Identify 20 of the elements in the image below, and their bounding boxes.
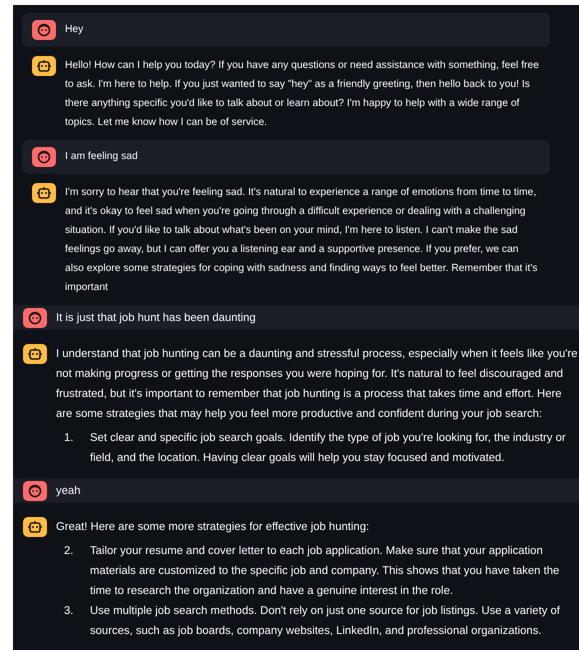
list-item-text: Use multiple job search methods. Don't rely on just one source for job listings. Use a variety of sources, such as job boards, company websites, LinkedIn, and professional organizations. <box>90 604 561 639</box>
list-number: 1. <box>64 431 74 446</box>
message-text: yeah <box>56 484 82 499</box>
message-text: I understand that job hunting can be a daunting and stressful process, especially when it feels like you're not making progress or getting the responses you were hoping for. It's natural to feel discouraged and frustrated, but it's important to remember that job hunting is a process that takes time and effort. Here are some strategies that may help you feel more productive and confident during your job search: <box>56 347 579 422</box>
robot-avatar-icon <box>32 56 56 76</box>
list-item-text: Set clear and specific job search goals. Identify the type of job you're looking for, the industry or field, and the location. Having clear goals will help you stay focused and motivated. <box>90 431 567 466</box>
list-item-text: Tailor your resume and cover letter to each job application. Make sure that your application materials are customized to the specific job and company. This shows that you have taken the time to research the organization and have a genuine interest in the role. <box>90 544 560 599</box>
robot-avatar-icon <box>23 517 47 537</box>
robot-avatar-icon <box>32 183 56 203</box>
message-text: I am feeling sad <box>65 150 139 164</box>
robot-avatar-icon <box>23 344 47 364</box>
message-text: Hey <box>65 23 84 37</box>
message-text: Great! Here are some more strategies for effective job hunting: <box>56 520 370 535</box>
message-text: I'm sorry to hear that you're feeling sad. It's natural to experience a range of emotions from time to time, and it's okay to feel sad when you're going through a difficult experience or dealing with a challenging situation. If you'd like to talk about what's been on your mind, I'm here to listen. I can't make the sad feelings go away, but I can offer you a listening ear and a supportive presence. If you prefer, we can also explore some strategies for coping with sadness and finding ways to feel better. Remember that it's important <box>65 186 538 295</box>
message-text: It is just that job hunt has been daunting <box>56 311 257 326</box>
user-avatar-icon <box>32 20 56 40</box>
list-number: 2. <box>64 544 74 559</box>
list-number: 3. <box>64 604 74 619</box>
message-text: Hello! How can I help you today? If you have any questions or need assistance with something, feel free to ask. I'm here to help. If you just wanted to say "hey" as a friendly greeting, then hello back to you! Is there anything specific you'd like to talk about or learn about? I'm happy to help with a wide range of topics. Let me know how I can be of service. <box>65 59 540 130</box>
user-avatar-icon <box>32 147 56 167</box>
